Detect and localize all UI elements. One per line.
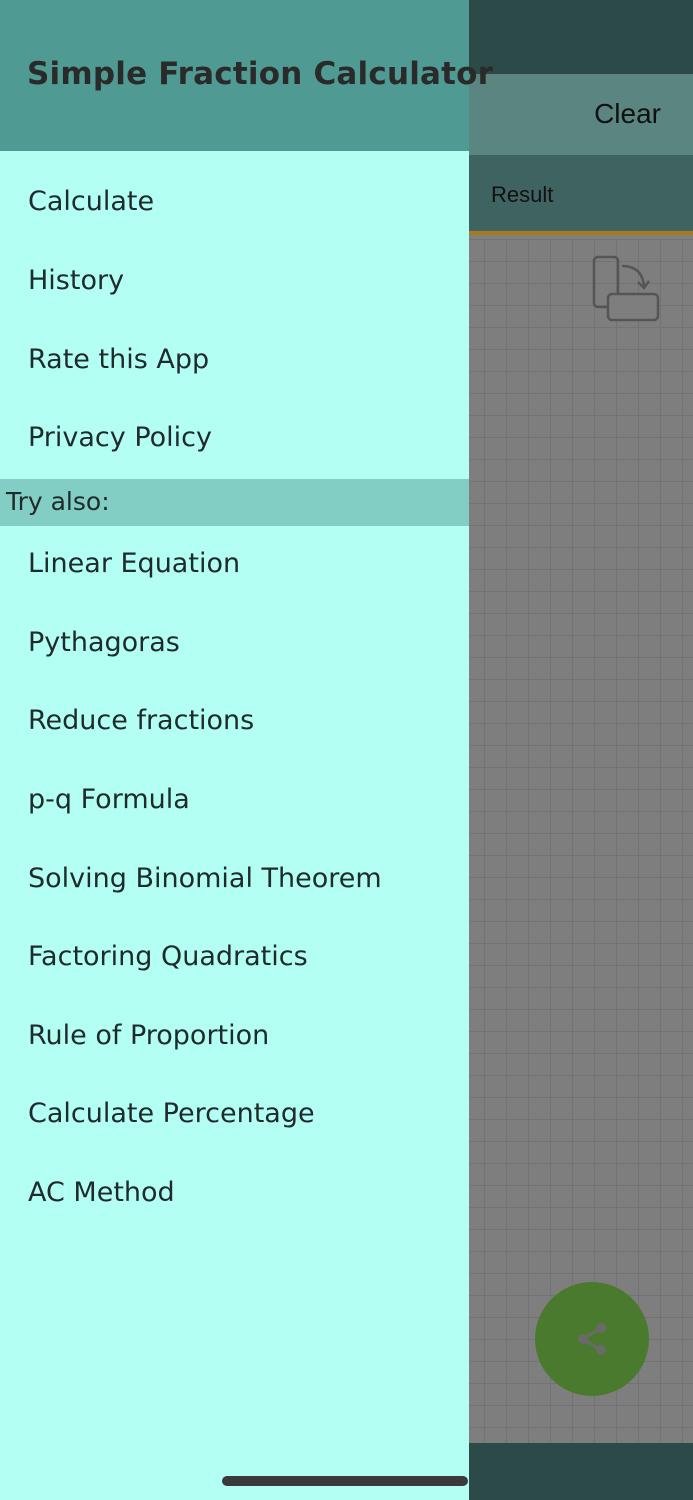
menu-item-history[interactable]: History — [28, 265, 124, 296]
menu-item-ac-method[interactable]: AC Method — [28, 1177, 175, 1208]
section-label: Try also: — [6, 487, 110, 516]
menu-item-factoring-quadratics[interactable]: Factoring Quadratics — [28, 941, 308, 972]
rotate-device-icon[interactable] — [590, 254, 662, 324]
menu-item-binomial-theorem[interactable]: Solving Binomial Theorem — [28, 863, 382, 894]
menu-item-pythagoras[interactable]: Pythagoras — [28, 627, 180, 658]
share-button[interactable] — [535, 1282, 649, 1396]
drawer-header: Simple Fraction Calculator — [0, 0, 493, 151]
try-also-section: Try also: — [0, 479, 469, 526]
menu-item-pq-formula[interactable]: p-q Formula — [28, 784, 190, 815]
menu-item-calculate[interactable]: Calculate — [28, 186, 154, 217]
clear-button[interactable]: Clear — [594, 98, 661, 130]
screen: Clear Result Simple Fraction Calculator — [0, 0, 693, 1500]
menu-item-linear-equation[interactable]: Linear Equation — [28, 548, 240, 579]
home-indicator[interactable] — [222, 1476, 468, 1486]
menu-item-rule-of-proportion[interactable]: Rule of Proportion — [28, 1020, 269, 1051]
navigation-drawer: Simple Fraction Calculator Calculate His… — [0, 0, 493, 1500]
menu-item-reduce-fractions[interactable]: Reduce fractions — [28, 705, 254, 736]
menu-item-privacy-policy[interactable]: Privacy Policy — [28, 422, 212, 453]
drawer-title: Simple Fraction Calculator — [27, 56, 494, 92]
menu-item-rate-app[interactable]: Rate this App — [28, 344, 209, 375]
menu-item-calculate-percentage[interactable]: Calculate Percentage — [28, 1098, 315, 1129]
tab-result[interactable]: Result — [491, 182, 553, 208]
share-icon — [578, 1323, 606, 1355]
